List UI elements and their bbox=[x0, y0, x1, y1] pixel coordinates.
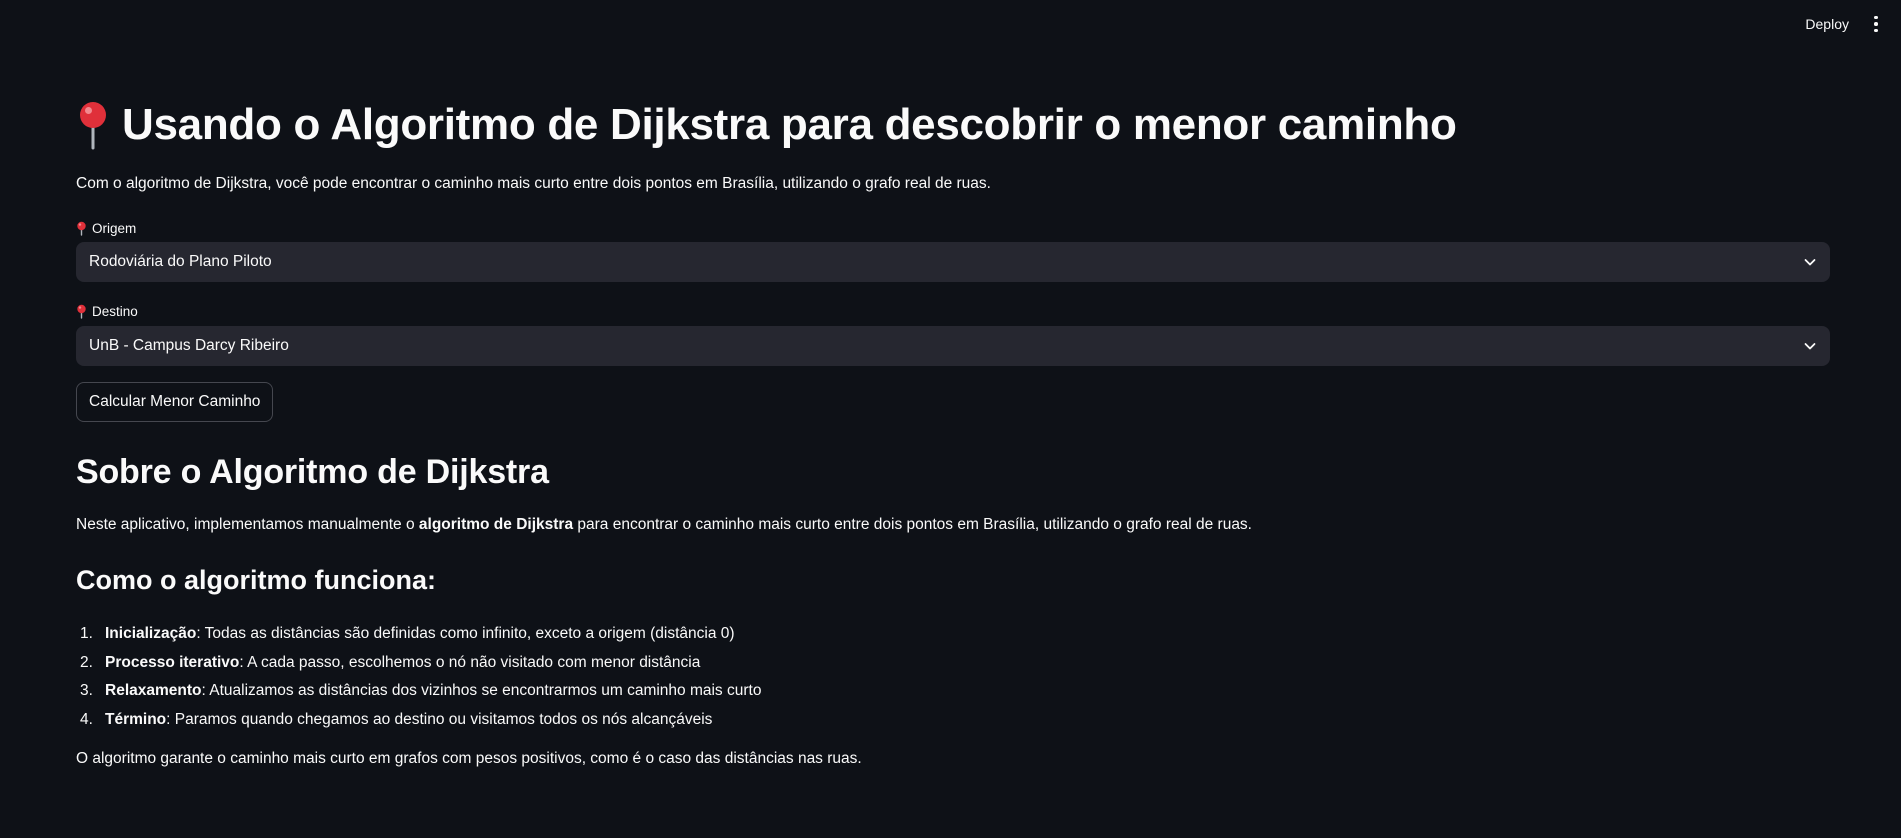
destination-label: Destino bbox=[76, 304, 138, 319]
step-text: : A cada passo, escolhemos o nó não visi… bbox=[239, 653, 701, 671]
calculate-shortest-path-button[interactable]: Calcular Menor Caminho bbox=[76, 382, 274, 422]
origin-label: Origem bbox=[76, 221, 136, 236]
chevron-down-icon bbox=[1802, 338, 1818, 354]
page-title-text: Usando o Algoritmo de Dijkstra para desc… bbox=[122, 100, 1457, 149]
destination-label-text: Destino bbox=[92, 304, 138, 319]
top-toolbar: Deploy bbox=[0, 0, 1901, 48]
page-title: Usando o Algoritmo de Dijkstra para desc… bbox=[76, 100, 1457, 150]
step-number: 3. bbox=[80, 682, 93, 700]
origin-select[interactable]: Rodoviária do Plano Piloto bbox=[76, 242, 1830, 282]
about-text-after: para encontrar o caminho mais curto entr… bbox=[573, 516, 1252, 533]
list-item: 2. Processo iterativo: A cada passo, esco… bbox=[76, 649, 761, 678]
list-item: 1. Inicialização: Todas as distâncias são… bbox=[76, 620, 761, 649]
destination-select-value: UnB - Campus Darcy Ribeiro bbox=[89, 337, 289, 354]
step-text: : Atualizamos as distâncias dos vizinhos… bbox=[201, 682, 762, 700]
step-title: Inicialização bbox=[105, 625, 197, 643]
round-pushpin-icon bbox=[76, 100, 110, 150]
about-text-bold: algoritmo de Dijkstra bbox=[418, 516, 574, 533]
list-item: 3. Relaxamento: Atualizamos as distâncias… bbox=[76, 677, 761, 706]
step-number: 4. bbox=[80, 710, 93, 728]
intro-text: Com o algoritmo de Dijkstra, você pode e… bbox=[76, 175, 991, 192]
chevron-down-icon bbox=[1802, 254, 1818, 270]
step-title: Processo iterativo bbox=[105, 653, 240, 671]
round-pushpin-icon bbox=[76, 304, 87, 319]
step-text: : Paramos quando chegamos ao destino ou … bbox=[166, 710, 713, 728]
origin-select-value: Rodoviária do Plano Piloto bbox=[89, 253, 272, 270]
step-title: Relaxamento bbox=[105, 682, 202, 700]
about-paragraph: Neste aplicativo, implementamos manualme… bbox=[76, 516, 1252, 534]
vertical-ellipsis-icon[interactable] bbox=[1869, 13, 1883, 35]
round-pushpin-icon bbox=[76, 221, 87, 236]
conclusion-paragraph: O algoritmo garante o caminho mais curto… bbox=[76, 750, 862, 767]
step-title: Término bbox=[105, 710, 167, 728]
about-heading: Sobre o Algoritmo de Dijkstra bbox=[76, 453, 549, 491]
how-heading: Como o algoritmo funciona: bbox=[76, 565, 436, 595]
about-text-before: Neste aplicativo, implementamos manualme… bbox=[76, 516, 419, 533]
step-number: 1. bbox=[80, 625, 93, 643]
list-item: 4. Término: Paramos quando chegamos ao de… bbox=[76, 706, 761, 735]
step-number: 2. bbox=[80, 653, 93, 671]
deploy-button[interactable]: Deploy bbox=[1803, 14, 1851, 34]
step-text: : Todas as distâncias são definidas como… bbox=[196, 625, 735, 643]
steps-list: 1. Inicialização: Todas as distâncias são… bbox=[76, 620, 761, 734]
origin-label-text: Origem bbox=[92, 221, 137, 236]
destination-select[interactable]: UnB - Campus Darcy Ribeiro bbox=[76, 326, 1830, 366]
